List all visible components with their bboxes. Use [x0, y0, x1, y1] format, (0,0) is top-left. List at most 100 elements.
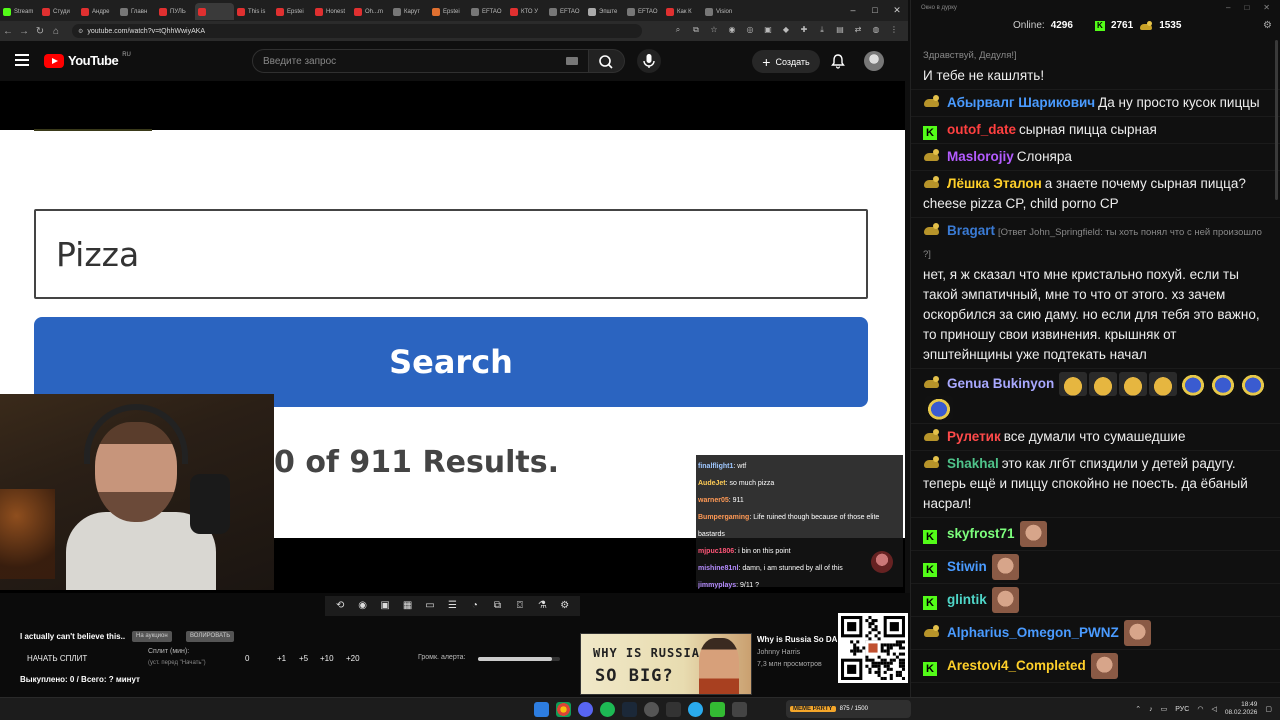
recommended-video-thumbnail[interactable]: WHY IS RUSSIA SO BIG? — [580, 633, 752, 695]
chat-settings-icon[interactable]: ⚙ — [1263, 20, 1272, 31]
browser-tab[interactable]: Vision — [702, 3, 741, 20]
notifications-bell-icon[interactable] — [830, 53, 846, 69]
app-icon[interactable] — [732, 702, 747, 717]
chat-username[interactable]: Абырвалг Шарикович — [947, 95, 1095, 110]
extension-icon[interactable]: ◆ — [780, 24, 792, 36]
recommended-video-title[interactable]: Why is Russia So DA — [757, 635, 839, 644]
sidebar-icon[interactable]: ▤ — [834, 24, 846, 36]
camera-icon[interactable]: ⌼ — [513, 599, 527, 613]
browser-tab[interactable]: Oh...m — [351, 3, 390, 20]
steam-icon[interactable] — [622, 702, 637, 717]
puzzle-icon[interactable]: ✚ — [798, 24, 810, 36]
account-avatar[interactable] — [864, 51, 884, 71]
browser-tab[interactable]: EFTAO — [624, 3, 663, 20]
browser-tab[interactable]: Андре — [78, 3, 117, 20]
chat-username[interactable]: outof_date — [947, 122, 1016, 137]
create-button[interactable]: + Создать — [752, 50, 820, 73]
video-player[interactable]: Pizza Search 0 of 911 Results. finalflig… — [0, 81, 905, 593]
notifications-icon[interactable]: ▢ — [1265, 705, 1272, 713]
taskbar-meme-party-app[interactable]: MEME PARTY 875 / 1500 — [786, 700, 911, 718]
profile-icon[interactable]: ◍ — [870, 24, 882, 36]
start-split-button[interactable]: НАЧАТЬ СПЛИТ — [27, 654, 87, 663]
browser-tab[interactable]: Студи — [39, 3, 78, 20]
settings-gear-icon[interactable]: ⚙ — [558, 599, 572, 613]
chat-username[interactable]: glintik — [947, 592, 987, 607]
install-icon[interactable]: ⧉ — [690, 24, 702, 36]
browser-tab[interactable]: Как К — [663, 3, 702, 20]
chat-username[interactable]: Alpharius_Omegon_PWNZ — [947, 625, 1119, 640]
browser-tab[interactable]: Stream — [0, 3, 39, 20]
chevron-up-icon[interactable]: ⌃ — [1135, 705, 1141, 713]
alert-volume-slider[interactable] — [478, 657, 560, 661]
split-add-10-button[interactable]: +10 — [320, 654, 334, 663]
ab-repeat-icon[interactable]: ⧉ — [490, 599, 504, 613]
minimize-icon[interactable]: – — [1226, 3, 1230, 12]
zoom-icon[interactable]: ⌕ — [672, 24, 684, 36]
download-icon[interactable]: ⤓ — [816, 24, 828, 36]
auction-chip[interactable]: На аукцион — [132, 631, 172, 642]
browser-tab[interactable]: Epstei — [273, 3, 312, 20]
back-icon[interactable]: ← — [0, 26, 16, 37]
telegram-icon[interactable] — [688, 702, 703, 717]
chrome-icon[interactable] — [556, 702, 571, 717]
subtitles-icon[interactable]: ☰ — [445, 599, 459, 613]
browser-tab[interactable]: This is — [234, 3, 273, 20]
speed-icon[interactable]: ◔ — [468, 599, 482, 613]
close-icon[interactable]: ✕ — [886, 0, 908, 21]
chat-username[interactable]: Лёшка Эталон — [947, 176, 1042, 191]
recommended-video-channel[interactable]: Johnny Harris — [757, 649, 800, 656]
hamburger-menu-icon[interactable] — [15, 54, 29, 66]
extension-icon[interactable]: ◎ — [744, 24, 756, 36]
loop-icon[interactable]: ⟲ — [333, 599, 347, 613]
chat-username[interactable]: Рулетик — [947, 429, 1001, 444]
volume-icon[interactable]: ◁ — [1211, 705, 1216, 713]
bookmark-star-icon[interactable]: ☆ — [708, 24, 720, 36]
chat-username[interactable]: Stiwin — [947, 559, 987, 574]
windows-start-icon[interactable] — [534, 702, 549, 717]
minimize-icon[interactable]: – — [842, 0, 864, 21]
app-icon[interactable] — [710, 702, 725, 717]
obs-icon[interactable] — [644, 702, 659, 717]
maximize-icon[interactable]: □ — [864, 0, 886, 21]
chat-username[interactable]: Maslorojiy — [947, 149, 1014, 164]
broadcast-icon[interactable]: ◉ — [356, 599, 370, 613]
wifi-icon[interactable]: ◠ — [1197, 705, 1203, 713]
browser-tab[interactable]: КТО У — [507, 3, 546, 20]
youtube-search-box[interactable] — [252, 49, 589, 73]
menu-dots-icon[interactable]: ⋮ — [888, 24, 900, 36]
keyboard-icon[interactable] — [566, 57, 578, 65]
browser-tab[interactable]: Карут — [390, 3, 429, 20]
split-add-5-button[interactable]: +5 — [299, 654, 308, 663]
split-add-1-button[interactable]: +1 — [277, 654, 286, 663]
extension-icon[interactable]: ▣ — [762, 24, 774, 36]
search-button[interactable] — [589, 49, 625, 73]
chat-username[interactable]: skyfrost71 — [947, 526, 1015, 541]
microphone-tray-icon[interactable]: ♪ — [1149, 706, 1153, 713]
browser-tab[interactable] — [195, 3, 234, 20]
address-bar[interactable]: ⚙ youtube.com/watch?v=tQhhWwiyAKA — [72, 24, 642, 38]
browser-tab[interactable]: Эпште — [585, 3, 624, 20]
folder-icon[interactable]: ▭ — [1161, 705, 1168, 713]
spotify-icon[interactable] — [600, 702, 615, 717]
chat-username[interactable]: Shakhal — [947, 456, 999, 471]
close-icon[interactable]: ✕ — [1263, 3, 1270, 12]
browser-tab[interactable]: ПУЛЬ — [156, 3, 195, 20]
discord-icon[interactable] — [578, 702, 593, 717]
split-add-20-button[interactable]: +20 — [346, 654, 360, 663]
site-info-icon[interactable]: ⚙ — [78, 28, 83, 35]
pip-icon[interactable]: ▭ — [423, 599, 437, 613]
flask-icon[interactable]: ⚗ — [535, 599, 549, 613]
reload-icon[interactable]: ↻ — [32, 26, 48, 37]
extension-icon[interactable]: ◉ — [726, 24, 738, 36]
browser-tab[interactable]: EFTAO — [468, 3, 507, 20]
browser-tab[interactable]: Главн — [117, 3, 156, 20]
chat-username[interactable]: Arestovi4_Completed — [947, 658, 1086, 673]
app-icon[interactable] — [666, 702, 681, 717]
chat-username[interactable]: Genua Bukinyon — [947, 376, 1054, 391]
film-icon[interactable]: ▦ — [401, 599, 415, 613]
chat-username[interactable]: Bragart — [947, 223, 995, 238]
youtube-logo[interactable]: YouTube RU — [44, 52, 131, 68]
screen-record-icon[interactable]: ▣ — [378, 599, 392, 613]
chat-scrollbar[interactable] — [1275, 40, 1278, 200]
vote-chip[interactable]: ВОЛИРОВАТЬ — [186, 631, 235, 642]
